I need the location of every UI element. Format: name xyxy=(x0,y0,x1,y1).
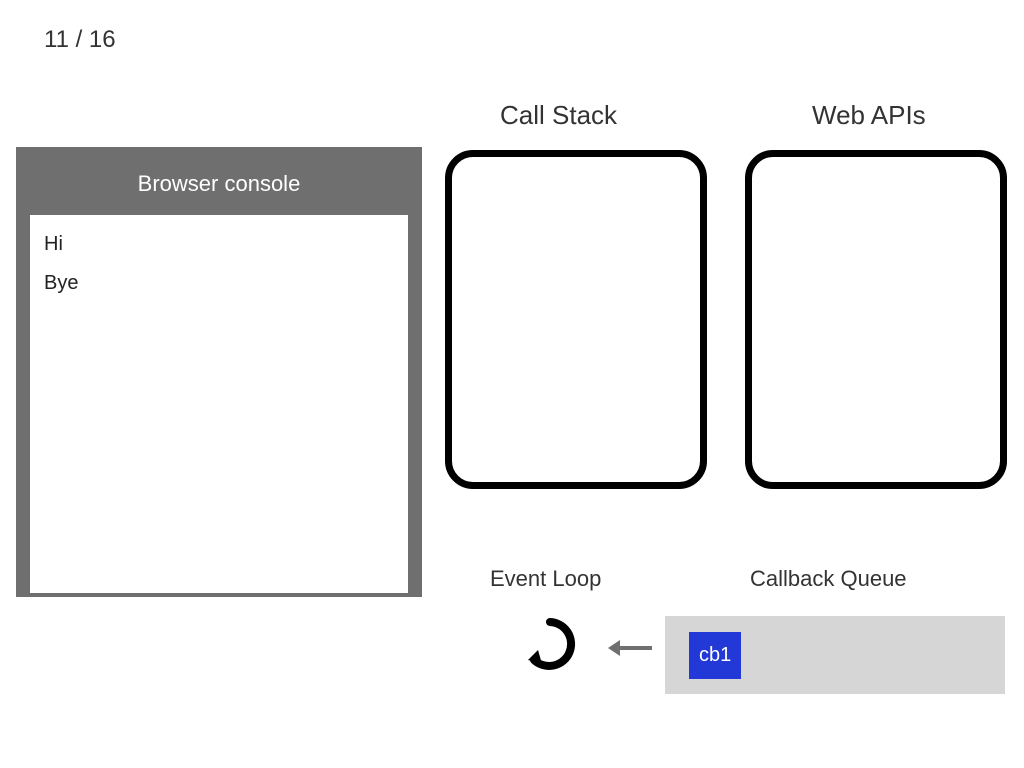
browser-console-title: Browser console xyxy=(30,161,408,215)
console-line: Hi xyxy=(44,233,394,256)
arrow-left-icon xyxy=(606,636,654,660)
callback-queue-box: cb1 xyxy=(665,616,1005,694)
page-counter: 11 / 16 xyxy=(44,26,116,54)
callback-queue-title: Callback Queue xyxy=(750,566,907,592)
browser-console: Browser console Hi Bye xyxy=(16,147,422,597)
web-apis-box xyxy=(745,150,1007,489)
browser-console-body: Hi Bye xyxy=(30,215,408,593)
call-stack-title: Call Stack xyxy=(500,100,617,131)
call-stack-box xyxy=(445,150,707,489)
callback-item: cb1 xyxy=(689,632,741,679)
console-line: Bye xyxy=(44,272,394,295)
event-loop-title: Event Loop xyxy=(490,566,601,592)
loop-icon xyxy=(522,616,578,672)
web-apis-title: Web APIs xyxy=(812,100,926,131)
